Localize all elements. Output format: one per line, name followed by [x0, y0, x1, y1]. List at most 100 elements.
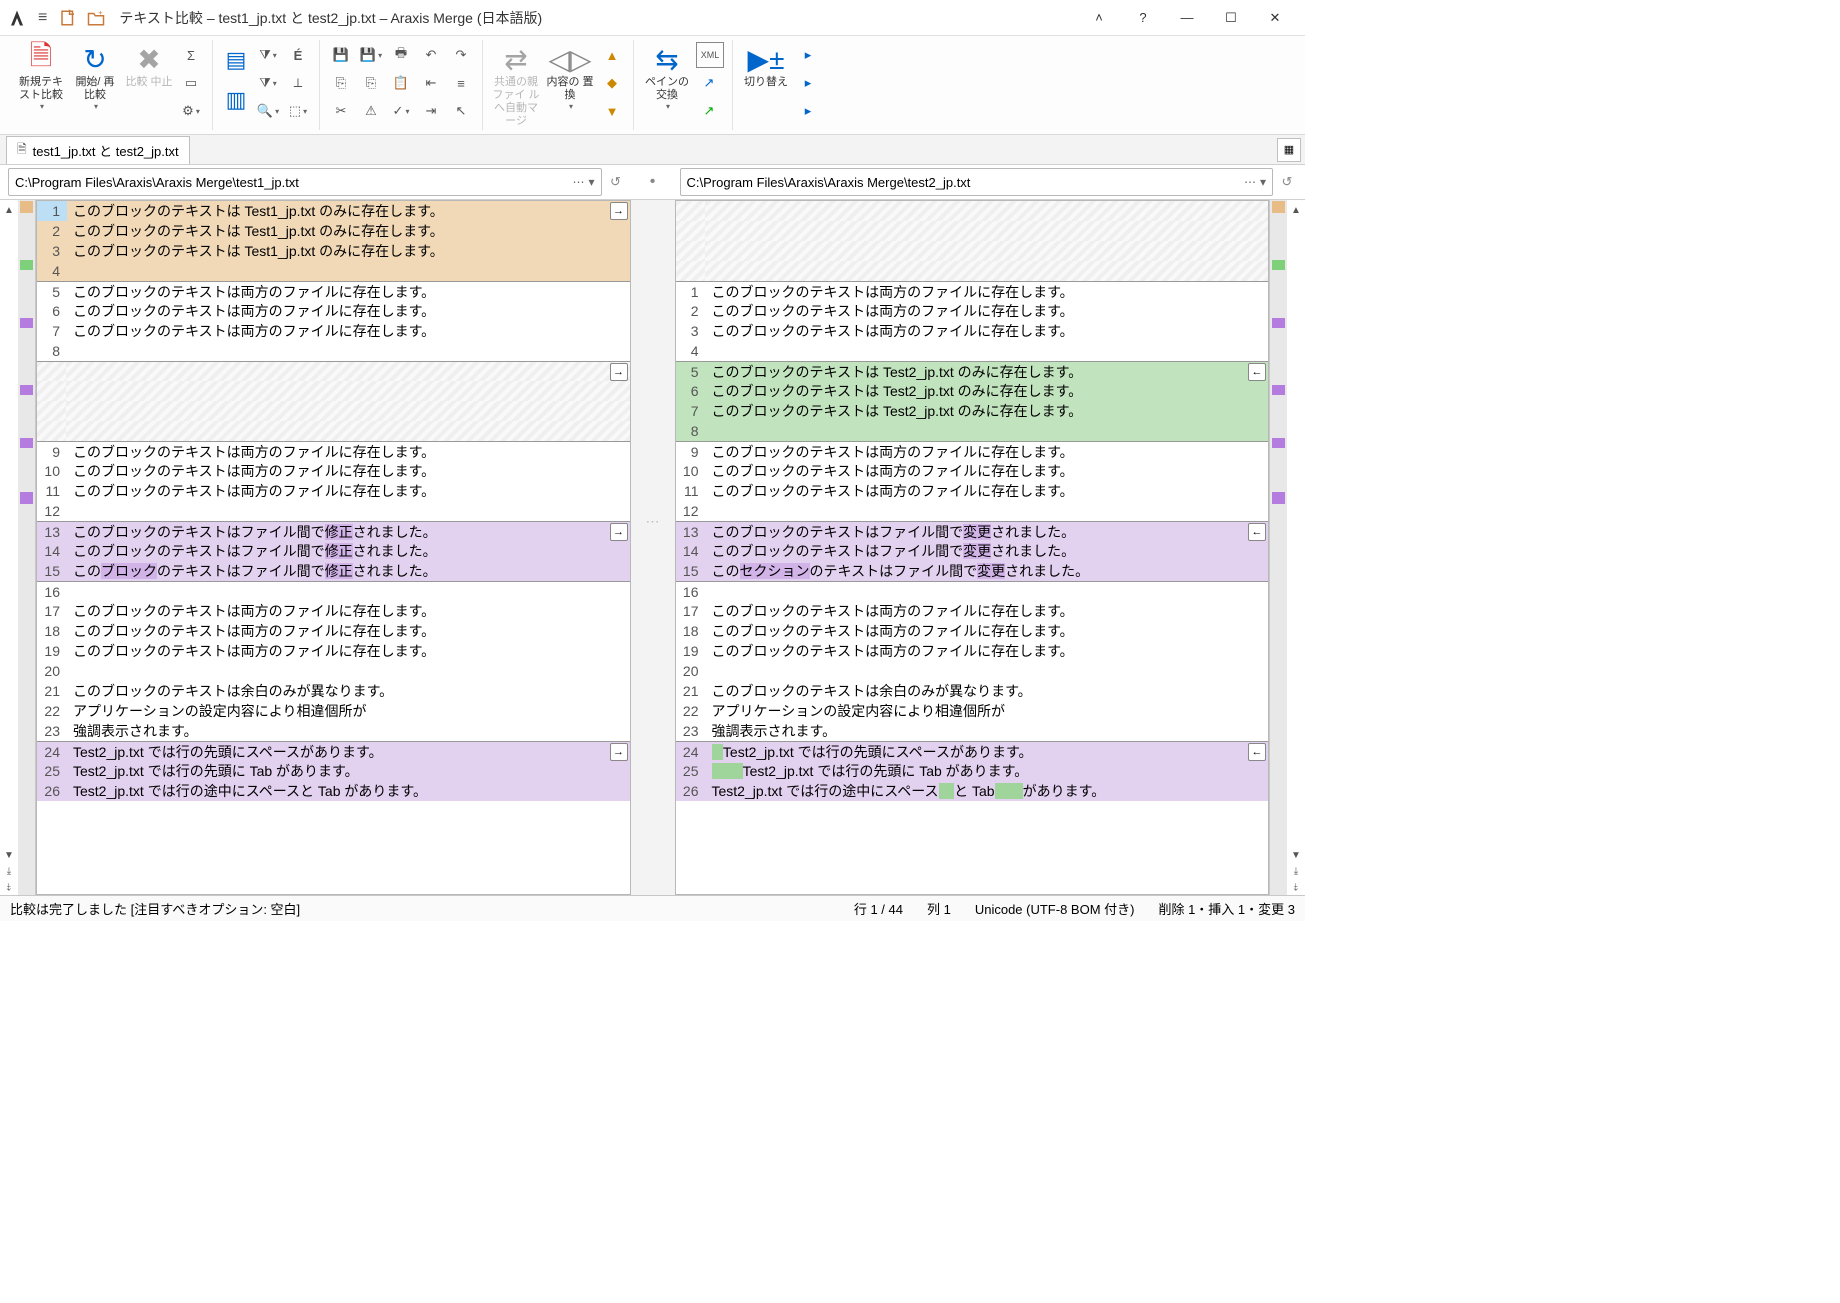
code-line[interactable]: 4: [37, 261, 630, 281]
code-line[interactable]: 13このブロックのテキストはファイル間で変更されました。←: [676, 521, 1269, 541]
print-icon[interactable]: 🖶: [388, 42, 414, 68]
merge-arrow-button[interactable]: →: [610, 743, 628, 761]
left-editor[interactable]: 1このブロックのテキストは Test1_jp.txt のみに存在します。→2この…: [36, 200, 631, 895]
code-line[interactable]: 14このブロックのテキストはファイル間で変更されました。: [676, 541, 1269, 561]
code-line[interactable]: 3このブロックのテキストは Test1_jp.txt のみに存在します。: [37, 241, 630, 261]
nav-end-r-icon[interactable]: ⤈: [1288, 879, 1304, 895]
code-line[interactable]: 25Test2_jp.txt では行の先頭に Tab があります。: [37, 761, 630, 781]
new-doc-icon[interactable]: [59, 9, 77, 27]
overview-mark[interactable]: [20, 260, 33, 270]
code-line[interactable]: [37, 401, 630, 421]
right-overview-map[interactable]: [1269, 200, 1287, 895]
copy-icon[interactable]: ⎘: [328, 70, 354, 96]
marquee-icon[interactable]: ⬚: [285, 98, 311, 124]
replace-button[interactable]: ◁▷内容の 置換: [543, 40, 597, 130]
pane-layout-b-icon[interactable]: ▥: [221, 82, 251, 118]
code-line[interactable]: 14このブロックのテキストはファイル間で修正されました。: [37, 541, 630, 561]
e-accent-icon[interactable]: É: [285, 42, 311, 68]
code-line[interactable]: 24 Test2_jp.txt では行の先頭にスペースがあります。←: [676, 741, 1269, 761]
code-line[interactable]: 8: [37, 341, 630, 361]
code-line[interactable]: [676, 241, 1269, 261]
overview-mark[interactable]: [20, 201, 33, 213]
code-line[interactable]: 9このブロックのテキストは両方のファイルに存在します。: [676, 441, 1269, 461]
overview-mark[interactable]: [1272, 385, 1285, 395]
code-line[interactable]: 26Test2_jp.txt では行の途中にスペースと Tab があります。: [37, 781, 630, 801]
code-line[interactable]: →: [37, 361, 630, 381]
collapse-ribbon-button[interactable]: ˄: [1077, 3, 1121, 33]
code-line[interactable]: 22アプリケーションの設定内容により相違個所が: [37, 701, 630, 721]
nav-first-icon[interactable]: ▲: [1, 202, 17, 218]
code-line[interactable]: 12: [37, 501, 630, 521]
conflict-down-icon[interactable]: ▼: [599, 98, 625, 124]
overview-mark[interactable]: [20, 492, 33, 504]
sigma-icon[interactable]: Σ: [178, 42, 204, 68]
overview-mark[interactable]: [20, 318, 33, 328]
code-line[interactable]: 16: [676, 581, 1269, 601]
code-line[interactable]: 12: [676, 501, 1269, 521]
code-line[interactable]: 1このブロックのテキストは Test1_jp.txt のみに存在します。→: [37, 201, 630, 221]
code-line[interactable]: [676, 201, 1269, 221]
copy2-icon[interactable]: ⎘: [358, 70, 384, 96]
overview-mark[interactable]: [1272, 260, 1285, 270]
code-line[interactable]: 11このブロックのテキストは両方のファイルに存在します。: [676, 481, 1269, 501]
code-line[interactable]: 25 Test2_jp.txt では行の先頭に Tab があります。: [676, 761, 1269, 781]
code-line[interactable]: 23強調表示されます。: [676, 721, 1269, 741]
code-line[interactable]: 18このブロックのテキストは両方のファイルに存在します。: [37, 621, 630, 641]
code-line[interactable]: 2このブロックのテキストは Test1_jp.txt のみに存在します。: [37, 221, 630, 241]
code-line[interactable]: 4: [676, 341, 1269, 361]
overview-mark[interactable]: [1272, 438, 1285, 448]
left-history-icon[interactable]: ↺: [606, 174, 626, 190]
arrow-ne-icon[interactable]: ↗: [696, 98, 722, 124]
code-line[interactable]: 10このブロックのテキストは両方のファイルに存在します。: [676, 461, 1269, 481]
code-line[interactable]: 5このブロックのテキストは Test2_jp.txt のみに存在します。←: [676, 361, 1269, 381]
toggle-button[interactable]: ▶±切り替え: [739, 40, 793, 126]
recompare-button[interactable]: ↻開始/ 再比較: [68, 40, 122, 126]
overview-mark[interactable]: [1272, 201, 1285, 213]
pane-layout-a-icon[interactable]: ▤: [221, 42, 251, 78]
right-path-more-icon[interactable]: ⋯: [1244, 175, 1256, 189]
code-line[interactable]: 1このブロックのテキストは両方のファイルに存在します。: [676, 281, 1269, 301]
outdent-icon[interactable]: ⇥: [418, 98, 444, 124]
right-history-icon[interactable]: ↺: [1277, 174, 1297, 190]
tag-c-icon[interactable]: ▸: [795, 98, 821, 124]
code-line[interactable]: 11このブロックのテキストは両方のファイルに存在します。: [37, 481, 630, 501]
code-line[interactable]: [37, 421, 630, 441]
left-path-more-icon[interactable]: ⋯: [572, 175, 584, 189]
nav-down-r-icon[interactable]: ▼: [1288, 847, 1304, 863]
overview-mark[interactable]: [20, 385, 33, 395]
code-line[interactable]: 9このブロックのテキストは両方のファイルに存在します。: [37, 441, 630, 461]
paste-icon[interactable]: 📋: [388, 70, 414, 96]
page-icon[interactable]: ▭: [178, 70, 204, 96]
save-all-icon[interactable]: 💾: [358, 42, 384, 68]
nav-down-icon[interactable]: ▼: [1, 847, 17, 863]
merge-arrow-button[interactable]: ←: [1248, 363, 1266, 381]
merge-arrow-button[interactable]: →: [610, 202, 628, 220]
splitter-handle-icon[interactable]: ⋯: [646, 513, 660, 530]
conflict-mid-icon[interactable]: ◆: [599, 70, 625, 96]
document-tab[interactable]: 🗎 test1_jp.txt と test2_jp.txt: [6, 136, 190, 164]
code-line[interactable]: 7このブロックのテキストは両方のファイルに存在します。: [37, 321, 630, 341]
code-line[interactable]: 22アプリケーションの設定内容により相違個所が: [676, 701, 1269, 721]
right-path-dropdown-icon[interactable]: ▾: [1260, 175, 1266, 189]
maximize-button[interactable]: ☐: [1209, 3, 1253, 33]
left-overview-map[interactable]: [18, 200, 36, 895]
code-line[interactable]: 2このブロックのテキストは両方のファイルに存在します。: [676, 301, 1269, 321]
filter2-icon[interactable]: ⧩: [255, 70, 281, 96]
list-icon[interactable]: ≡: [448, 70, 474, 96]
merge-arrow-button[interactable]: ←: [1248, 743, 1266, 761]
code-line[interactable]: 13このブロックのテキストはファイル間で修正されました。→: [37, 521, 630, 541]
close-button[interactable]: ✕: [1253, 3, 1297, 33]
code-line[interactable]: 5このブロックのテキストは両方のファイルに存在します。: [37, 281, 630, 301]
tag-b-icon[interactable]: ▸: [795, 70, 821, 96]
right-path-input[interactable]: [687, 175, 1240, 190]
swap-panes-button[interactable]: ⇆ペインの 交換: [640, 40, 694, 126]
merge-arrow-button[interactable]: →: [610, 523, 628, 541]
nav-last-icon[interactable]: ⤓: [1, 863, 17, 879]
filter-icon[interactable]: ⧩: [255, 42, 281, 68]
left-path-input[interactable]: [15, 175, 568, 190]
minimize-button[interactable]: —: [1165, 3, 1209, 33]
code-line[interactable]: [37, 381, 630, 401]
cursor-icon[interactable]: ↖: [448, 98, 474, 124]
code-line[interactable]: 23強調表示されます。: [37, 721, 630, 741]
gear-icon[interactable]: ⚙: [178, 98, 204, 124]
